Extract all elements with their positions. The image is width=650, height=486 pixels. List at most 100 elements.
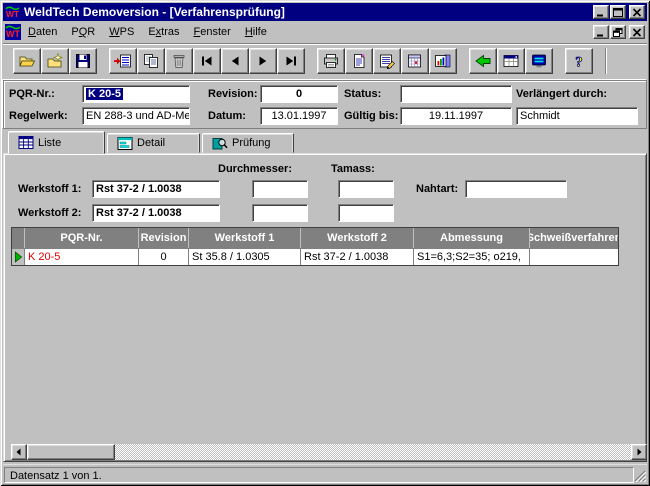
revision-input[interactable]: 0 [260,85,338,103]
mdi-minimize-button[interactable] [593,25,609,39]
status-input[interactable] [400,85,512,103]
regelwerk-input[interactable]: EN 288-3 und AD-Me [82,107,190,125]
toolbar: ? [3,43,647,77]
plan-button[interactable] [401,48,429,74]
print-button[interactable] [317,48,345,74]
werkstoff2-input[interactable]: Rst 37-2 / 1.0038 [92,204,220,222]
plan-icon [406,53,424,69]
tamass-label: Tamass: [331,163,375,175]
previous-record-button[interactable] [221,48,249,74]
magnifier-icon [212,137,228,150]
mdi-close-button[interactable] [629,25,645,39]
pqr-grid: PQR-Nr. Revision Werkstoff 1 Werkstoff 2… [11,227,619,266]
menu-fenster[interactable]: Fenster [187,24,238,40]
screen-button[interactable] [525,48,553,74]
wt-mdi-icon[interactable]: WT [5,24,21,40]
tab-detail-label: Detail [137,137,165,149]
pqr-selected-text: K 20-5 [86,88,123,100]
insert-record-icon [114,53,132,69]
nahtart-input[interactable] [465,180,567,198]
delete-button[interactable] [165,48,193,74]
find-button[interactable] [41,48,69,74]
close-icon [632,8,642,17]
gueltig-input[interactable]: 19.11.1997 [400,107,512,125]
next-record-icon [254,53,272,69]
menu-wps[interactable]: WPS [102,24,141,40]
horizontal-scrollbar[interactable] [11,444,647,460]
datum-input[interactable]: 13.01.1997 [260,107,338,125]
grid-header-werkstoff1[interactable]: Werkstoff 1 [189,228,301,248]
werkstoff1-durchmesser-input[interactable] [252,180,308,198]
delete-icon [170,53,188,69]
window-title: WeldTech Demoversion - [Verfahrensprüfun… [24,5,285,19]
menu-pqr[interactable]: PQR [64,24,102,40]
cell-pqr[interactable]: K 20-5 [25,248,139,265]
last-record-button[interactable] [277,48,305,74]
grid-header-pqr[interactable]: PQR-Nr. [25,228,139,248]
help-button[interactable]: ? [565,48,593,74]
cell-werkstoff2[interactable]: Rst 37-2 / 1.0038 [301,248,414,265]
tab-pruefung[interactable]: Prüfung [202,133,294,153]
first-record-button[interactable] [193,48,221,74]
tab-liste-label: Liste [38,137,61,149]
werkstoff1-input[interactable]: Rst 37-2 / 1.0038 [92,180,220,198]
resize-grip-icon[interactable] [633,469,646,482]
grid-header-schweissverfahren[interactable]: Schweißverfahren [530,228,618,248]
cell-abmessung[interactable]: S1=6,3;S2=35; o219, [414,248,530,265]
maximize-button[interactable] [610,5,626,19]
row-selector[interactable] [12,248,25,265]
current-record-icon [14,251,23,263]
tab-liste[interactable]: Liste [8,131,105,154]
table-row[interactable]: K 20-5 0 St 35.8 / 1.0305 Rst 37-2 / 1.0… [12,248,618,265]
revision-label: Revision: [208,88,258,100]
scroll-left-button[interactable] [11,444,27,460]
print-icon [322,53,340,69]
menu-hilfe[interactable]: Hilfe [238,24,274,40]
find-icon [46,53,64,69]
minimize-button[interactable] [593,5,609,19]
grid-header-row: PQR-Nr. Revision Werkstoff 1 Werkstoff 2… [12,228,618,248]
mdi-close-icon [632,28,642,37]
tab-detail[interactable]: Detail [107,133,200,153]
mdi-minimize-icon [596,28,606,37]
menu-extras[interactable]: Extras [141,24,186,40]
document-button[interactable] [345,48,373,74]
open-button[interactable] [13,48,41,74]
window-button[interactable] [497,48,525,74]
durchmesser-label: Durchmesser: [218,163,292,175]
title-bar[interactable]: WT WeldTech Demoversion - [Verfahrensprü… [3,3,647,21]
last-record-icon [282,53,300,69]
table-icon [18,136,34,149]
menu-bar: WT Daten PQR WPS Extras Fenster Hilfe [3,22,647,42]
scroll-right-button[interactable] [631,444,647,460]
report-button[interactable] [373,48,401,74]
back-icon [474,53,492,69]
cell-revision[interactable]: 0 [139,248,189,265]
grid-header-revision[interactable]: Revision [139,228,189,248]
verlaengert-input[interactable]: Schmidt [516,107,638,125]
next-record-button[interactable] [249,48,277,74]
grid-header-selector [12,228,25,248]
grid-header-werkstoff2[interactable]: Werkstoff 2 [301,228,414,248]
mdi-restore-button[interactable] [610,25,626,39]
menu-daten[interactable]: Daten [21,24,64,40]
werkstoff2-label: Werkstoff 2: [18,207,81,219]
pqr-header-form: PQR-Nr.: K 20-5 Revision: 0 Status: Verl… [3,80,647,129]
cell-schweissverfahren[interactable] [530,248,618,265]
copy-button[interactable] [137,48,165,74]
chart-button[interactable] [429,48,457,74]
insert-record-button[interactable] [109,48,137,74]
cell-werkstoff1[interactable]: St 35.8 / 1.0305 [189,248,301,265]
back-button[interactable] [469,48,497,74]
close-button[interactable] [629,5,645,19]
grid-header-abmessung[interactable]: Abmessung [414,228,530,248]
werkstoff1-tamass-input[interactable] [338,180,394,198]
save-button[interactable] [69,48,97,74]
scrollbar-thumb[interactable] [27,444,115,460]
werkstoff2-durchmesser-input[interactable] [252,204,308,222]
record-count-status: Datensatz 1 von 1. [4,467,634,483]
werkstoff2-tamass-input[interactable] [338,204,394,222]
window-icon [502,53,520,69]
pqr-label: PQR-Nr.: [9,88,55,100]
pqr-input[interactable]: K 20-5 [82,85,190,103]
